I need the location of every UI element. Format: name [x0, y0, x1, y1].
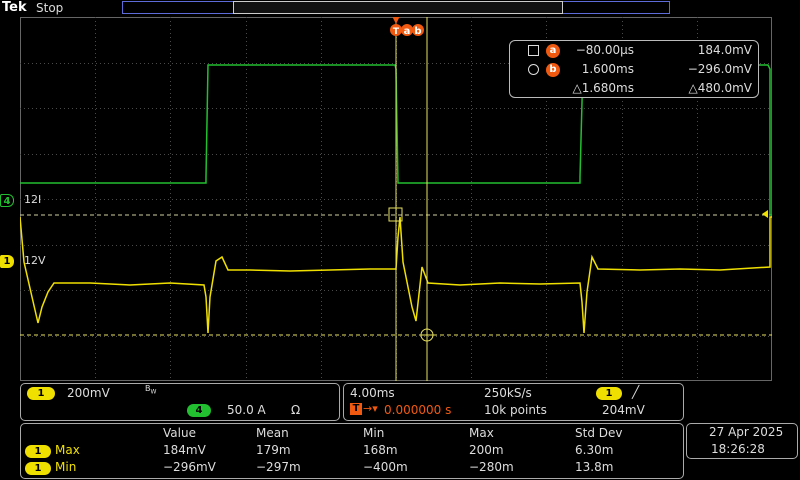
cursor-b-badge[interactable]: b — [412, 24, 424, 37]
trigger-level-marker-icon[interactable] — [762, 210, 768, 218]
cursor-b-badge-small: b — [546, 63, 560, 77]
cursor-delta-readout: △1.680ms △480.0mV — [510, 81, 758, 97]
col-header-value: Value — [163, 426, 196, 440]
measurement-channel-badge: 1 — [25, 445, 51, 458]
ch4-trace-label: 12I — [24, 193, 42, 206]
measurement-mean: 179m — [256, 443, 291, 457]
trigger-marker-label: T — [393, 27, 400, 37]
ch1-scale[interactable]: 200mV — [67, 386, 110, 400]
measurement-channel-badge: 1 — [25, 462, 51, 475]
cursor-b-crosshair[interactable] — [420, 328, 434, 342]
vertical-settings-panel[interactable]: 1 200mV BW 4 50.0 A Ω — [20, 383, 340, 421]
circle-cursor-icon — [528, 64, 539, 75]
acquisition-status[interactable]: Stop — [36, 1, 63, 15]
rising-edge-icon: ╱ — [632, 385, 640, 399]
measurement-min: 168m — [363, 443, 398, 457]
time-display: 18:26:28 — [711, 442, 765, 456]
trigger-level[interactable]: 204mV — [602, 403, 645, 417]
cursor-a-badge-small: a — [546, 44, 560, 58]
square-cursor-icon — [528, 45, 539, 56]
cursor-a-badge-label: a — [404, 26, 411, 37]
trigger-position-marker[interactable]: T — [390, 17, 402, 37]
measurement-max: 200m — [469, 443, 504, 457]
date-time-panel[interactable]: 27 Apr 2025 18:26:28 — [686, 423, 798, 459]
measurement-value: −296mV — [163, 460, 216, 474]
measurement-std-dev: 6.30m — [575, 443, 614, 457]
trigger-source-badge[interactable]: 1 — [596, 387, 622, 400]
ch4-badge[interactable]: 4 — [187, 404, 211, 417]
measurement-mean: −297m — [256, 460, 301, 474]
ch4-ground-marker[interactable]: 4 — [0, 194, 14, 207]
ohm-icon: Ω — [291, 403, 301, 417]
bandwidth-limit-icon: BW — [145, 384, 157, 396]
cursor-a-time: −80.00µs — [575, 43, 634, 57]
record-length[interactable]: 10k points — [484, 403, 547, 417]
col-header-max: Max — [469, 426, 494, 440]
brand-logo: Tek — [2, 0, 27, 15]
ch1-ground-marker[interactable]: 1 — [0, 255, 14, 268]
col-header-min: Min — [363, 426, 385, 440]
sample-rate[interactable]: 250kS/s — [484, 386, 532, 400]
cursor-b-readout: b 1.600ms −296.0mV — [510, 62, 758, 78]
cursor-b-value: −296.0mV — [687, 62, 752, 76]
measurement-std-dev: 13.8m — [575, 460, 614, 474]
trigger-delay[interactable]: 0.000000 s — [384, 403, 451, 417]
date-display: 27 Apr 2025 — [709, 425, 784, 439]
measurement-value: 184mV — [163, 443, 206, 457]
cursor-b-badge-label: b — [414, 26, 421, 37]
cursor-delta-value: △480.0mV — [688, 81, 752, 95]
cursor-readout-panel[interactable]: a −80.00µs 184.0mV b 1.600ms −296.0mV △1… — [509, 40, 759, 98]
record-view-window[interactable] — [233, 1, 563, 14]
measurement-max: −280m — [469, 460, 514, 474]
ch4-scale[interactable]: 50.0 A — [227, 403, 266, 417]
delay-arrow-icon: →▾ — [363, 402, 378, 415]
timebase[interactable]: 4.00ms — [350, 386, 395, 400]
ch1-trace-label: 12V — [24, 254, 46, 267]
ch1-badge[interactable]: 1 — [27, 387, 55, 400]
measurement-name: Min — [55, 460, 77, 474]
measurement-name: Max — [55, 443, 80, 457]
cursor-a-value: 184.0mV — [697, 43, 752, 57]
horizontal-trigger-panel[interactable]: 4.00ms 250kS/s 1 ╱ T →▾ 0.000000 s 10k p… — [343, 383, 684, 421]
trigger-delay-icon: T — [350, 403, 362, 415]
measurement-min: −400m — [363, 460, 408, 474]
col-header-std-dev: Std Dev — [575, 426, 623, 440]
col-header-mean: Mean — [256, 426, 289, 440]
cursor-a-badge[interactable]: a — [401, 24, 413, 37]
cursor-delta-time: △1.680ms — [572, 81, 634, 95]
measurements-panel[interactable]: Value Mean Min Max Std Dev 1 Max 184mV 1… — [20, 423, 684, 479]
cursor-a-readout: a −80.00µs 184.0mV — [510, 43, 758, 59]
cursor-b-time: 1.600ms — [581, 62, 634, 76]
